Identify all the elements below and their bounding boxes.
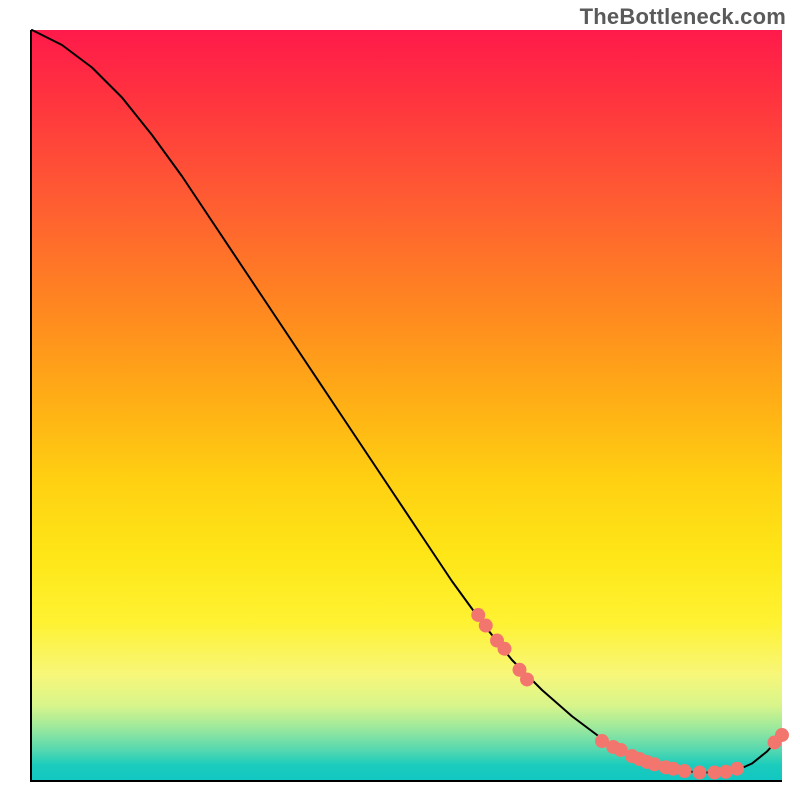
chart-plot-area <box>30 30 782 782</box>
chart-overlay-svg <box>32 30 782 780</box>
chart-marker <box>775 728 789 742</box>
chart-curve <box>32 30 782 773</box>
chart-marker <box>693 766 707 780</box>
chart-marker <box>479 619 493 633</box>
chart-markers <box>471 608 789 779</box>
watermark-text: TheBottleneck.com <box>580 4 786 30</box>
curve-path <box>32 30 782 773</box>
chart-marker <box>678 764 692 778</box>
chart-marker <box>498 642 512 656</box>
chart-marker <box>730 762 744 776</box>
chart-marker <box>520 673 534 687</box>
